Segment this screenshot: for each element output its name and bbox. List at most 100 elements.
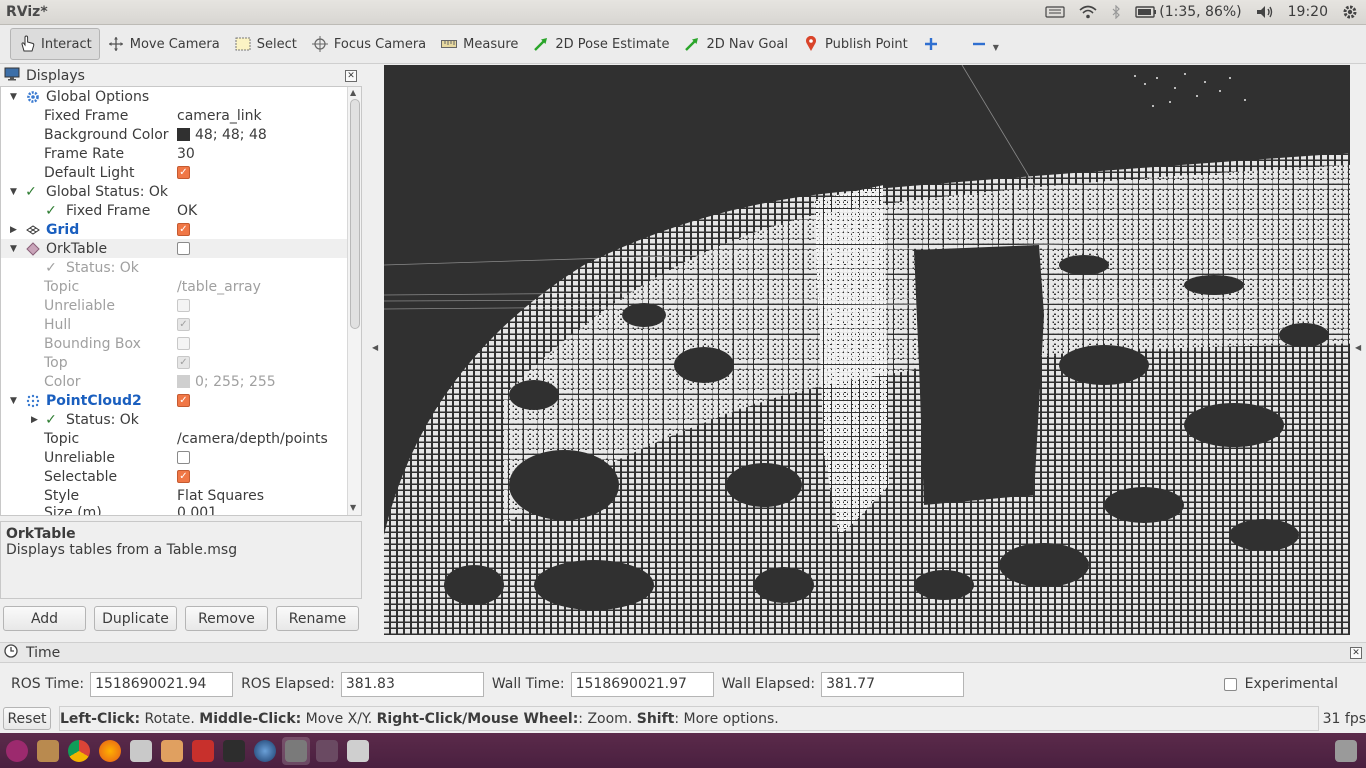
tree-value[interactable]: 0.001 bbox=[177, 505, 217, 515]
add-tool-button[interactable] bbox=[915, 28, 947, 60]
pc2-selectable-checkbox[interactable] bbox=[177, 470, 190, 483]
ork-top-checkbox[interactable] bbox=[177, 356, 190, 369]
tree-row-ork-bbox[interactable]: Bounding Box bbox=[1, 334, 361, 353]
remove-tool-button[interactable]: ▼ bbox=[963, 28, 1006, 60]
rename-button[interactable]: Rename bbox=[276, 606, 359, 631]
tree-row-ork-color[interactable]: Color 0; 255; 255 bbox=[1, 372, 361, 391]
grid-checkbox[interactable] bbox=[177, 223, 190, 236]
ros-time-field[interactable]: 1518690021.94 bbox=[90, 671, 234, 697]
ork-hull-checkbox[interactable] bbox=[177, 318, 190, 331]
tree-row-pc2-size[interactable]: Size (m) 0.001 bbox=[1, 505, 361, 515]
keyboard-icon[interactable] bbox=[1045, 6, 1065, 18]
tree-value[interactable]: /camera/depth/points bbox=[177, 431, 328, 447]
expand-arrow-icon[interactable]: ▼ bbox=[10, 396, 20, 406]
ork-unreliable-checkbox[interactable] bbox=[177, 299, 190, 312]
tree-row-pc2-unreliable[interactable]: Unreliable bbox=[1, 448, 361, 467]
close-icon[interactable]: ✕ bbox=[1350, 646, 1362, 659]
tree-row-global-options[interactable]: ▼ Global Options bbox=[1, 87, 361, 106]
tree-value[interactable]: Flat Squares bbox=[177, 488, 264, 504]
publish-point-tool[interactable]: Publish Point bbox=[795, 28, 915, 60]
tree-row-ork-top[interactable]: Top bbox=[1, 353, 361, 372]
tree-row-grid[interactable]: ▶ Grid bbox=[1, 220, 361, 239]
files-icon[interactable] bbox=[34, 737, 62, 765]
trash-icon[interactable] bbox=[1332, 737, 1360, 765]
right-splitter[interactable]: ◀ bbox=[1350, 65, 1366, 640]
tree-row-gs-fixed-frame[interactable]: ✓ Fixed Frame OK bbox=[1, 201, 361, 220]
tree-row-pointcloud2[interactable]: ▼ PointCloud2 bbox=[1, 391, 361, 410]
interact-tool[interactable]: Interact bbox=[10, 28, 100, 60]
tree-row-pc2-selectable[interactable]: Selectable bbox=[1, 467, 361, 486]
collapse-right-icon[interactable]: ◀ bbox=[1355, 343, 1361, 352]
render-3d-view[interactable] bbox=[384, 65, 1350, 635]
bluetooth-icon[interactable] bbox=[1111, 5, 1121, 19]
clock[interactable]: 19:20 bbox=[1288, 4, 1328, 20]
close-icon[interactable]: ✕ bbox=[345, 69, 357, 82]
tree-value[interactable]: camera_link bbox=[177, 108, 262, 124]
ros-elapsed-field[interactable]: 381.83 bbox=[340, 671, 484, 697]
tree-row-pc2-style[interactable]: Style Flat Squares bbox=[1, 486, 361, 505]
workspace-switcher-icon[interactable] bbox=[313, 737, 341, 765]
expand-arrow-icon[interactable]: ▼ bbox=[10, 187, 20, 197]
displays-tree[interactable]: ▼ Global Options Fixed Frame camera_link… bbox=[0, 86, 362, 516]
tree-row-ork-status[interactable]: ✓ Status: Ok bbox=[1, 258, 361, 277]
select-tool[interactable]: Select bbox=[227, 28, 304, 60]
reset-button[interactable]: Reset bbox=[3, 707, 51, 730]
orktable-checkbox[interactable] bbox=[177, 242, 190, 255]
gear-icon[interactable] bbox=[1342, 4, 1358, 20]
expand-arrow-icon[interactable]: ▼ bbox=[10, 92, 20, 102]
ubuntu-dash-icon[interactable] bbox=[3, 737, 31, 765]
tree-row-ork-topic[interactable]: Topic /table_array bbox=[1, 277, 361, 296]
tree-row-frame-rate[interactable]: Frame Rate 30 bbox=[1, 144, 361, 163]
tree-row-pc2-topic[interactable]: Topic /camera/depth/points bbox=[1, 429, 361, 448]
wall-time-field[interactable]: 1518690021.97 bbox=[570, 671, 714, 697]
left-splitter[interactable]: ◀ bbox=[363, 65, 384, 640]
collapse-arrow-icon[interactable]: ▶ bbox=[10, 225, 20, 235]
software-center-icon[interactable] bbox=[158, 737, 186, 765]
tree-value[interactable]: /table_array bbox=[177, 279, 261, 295]
tree-scrollbar[interactable]: ▲ ▼ bbox=[347, 87, 361, 515]
globe-icon[interactable] bbox=[251, 737, 279, 765]
tree-row-global-status[interactable]: ▼ ✓ Global Status: Ok bbox=[1, 182, 361, 201]
wifi-icon[interactable] bbox=[1079, 5, 1097, 19]
tree-row-fixed-frame[interactable]: Fixed Frame camera_link bbox=[1, 106, 361, 125]
remove-button[interactable]: Remove bbox=[185, 606, 268, 631]
chrome-icon[interactable] bbox=[65, 737, 93, 765]
expand-arrow-icon[interactable]: ▼ bbox=[10, 244, 20, 254]
default-light-checkbox[interactable] bbox=[177, 166, 190, 179]
collapse-left-icon[interactable]: ◀ bbox=[372, 343, 378, 352]
duplicate-button[interactable]: Duplicate bbox=[94, 606, 177, 631]
scrollbar-thumb[interactable] bbox=[350, 99, 360, 329]
drive-icon[interactable] bbox=[344, 737, 372, 765]
ork-bbox-checkbox[interactable] bbox=[177, 337, 190, 350]
measure-tool[interactable]: Measure bbox=[433, 28, 525, 60]
add-button[interactable]: Add bbox=[3, 606, 86, 631]
scroll-up-icon[interactable]: ▲ bbox=[350, 88, 356, 97]
experimental-checkbox[interactable] bbox=[1223, 677, 1237, 691]
nav-goal-tool[interactable]: 2D Nav Goal bbox=[676, 28, 795, 60]
firefox-icon[interactable] bbox=[96, 737, 124, 765]
experimental-option[interactable]: Experimental bbox=[1223, 676, 1338, 692]
tree-row-ork-hull[interactable]: Hull bbox=[1, 315, 361, 334]
pose-estimate-tool[interactable]: 2D Pose Estimate bbox=[525, 28, 676, 60]
collapse-arrow-icon[interactable]: ▶ bbox=[31, 415, 41, 425]
pointcloud2-checkbox[interactable] bbox=[177, 394, 190, 407]
tree-row-default-light[interactable]: Default Light bbox=[1, 163, 361, 182]
rviz-icon[interactable] bbox=[282, 736, 310, 765]
tree-value[interactable]: 0; 255; 255 bbox=[177, 374, 276, 390]
tree-value[interactable]: 48; 48; 48 bbox=[177, 127, 267, 143]
volume-icon[interactable] bbox=[1256, 5, 1274, 19]
pc2-unreliable-checkbox[interactable] bbox=[177, 451, 190, 464]
move-camera-tool[interactable]: Move Camera bbox=[100, 28, 227, 60]
system-settings-icon[interactable] bbox=[127, 737, 155, 765]
wall-elapsed-field[interactable]: 381.77 bbox=[821, 671, 965, 697]
focus-camera-tool[interactable]: Focus Camera bbox=[304, 28, 433, 60]
tree-row-pc2-status[interactable]: ▶ ✓ Status: Ok bbox=[1, 410, 361, 429]
tree-row-ork-unreliable[interactable]: Unreliable bbox=[1, 296, 361, 315]
terminal-icon[interactable] bbox=[220, 737, 248, 765]
tree-row-background-color[interactable]: Background Color 48; 48; 48 bbox=[1, 125, 361, 144]
battery-icon[interactable]: (1:35, 86%) bbox=[1135, 4, 1242, 20]
tree-row-orktable[interactable]: ▼ OrkTable bbox=[1, 239, 361, 258]
tree-value[interactable]: 30 bbox=[177, 146, 195, 162]
scroll-down-icon[interactable]: ▼ bbox=[350, 503, 356, 512]
terminal-red-icon[interactable] bbox=[189, 737, 217, 765]
